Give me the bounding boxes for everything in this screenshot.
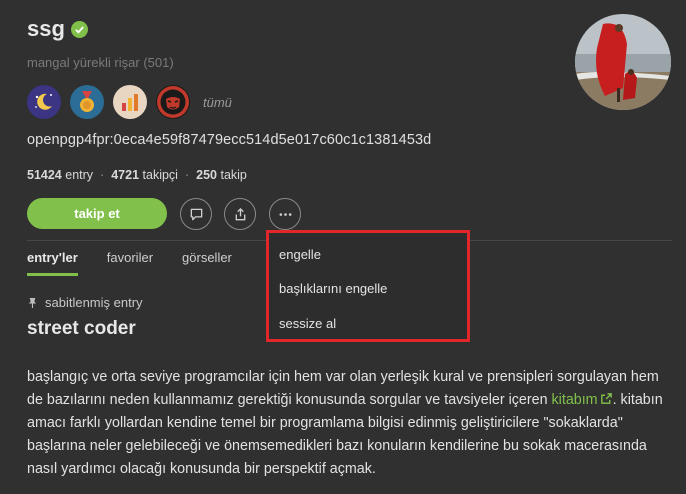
pinned-entry-label: sabitlenmiş entry — [27, 295, 143, 310]
menu-item-mute[interactable]: sessize al — [279, 316, 336, 331]
followers-label: takipçi — [142, 168, 178, 182]
stat-separator: · — [100, 168, 105, 182]
following-label: takip — [220, 168, 247, 182]
pin-icon — [28, 297, 37, 308]
book-link-text: kitabım — [551, 392, 598, 408]
verified-icon — [70, 20, 88, 38]
profile-tabs: entry'ler favoriler görseller — [27, 250, 261, 276]
profile-username-row: ssg — [27, 16, 88, 42]
badges-all-link[interactable]: tümü — [203, 95, 232, 110]
share-icon — [235, 207, 245, 220]
menu-item-block[interactable]: engelle — [279, 247, 321, 262]
external-link-icon — [600, 393, 612, 404]
user-rank: mangal yürekli rişar (501) — [27, 55, 174, 70]
tab-entries[interactable]: entry'ler — [27, 250, 78, 276]
followers-stat[interactable]: 4721 takipçi — [111, 168, 178, 182]
share-button[interactable] — [224, 198, 256, 230]
chart-badge-icon[interactable] — [113, 85, 147, 119]
more-options-menu: engelle başlıklarını engelle sessize al — [266, 230, 470, 342]
followers-count: 4721 — [111, 168, 140, 182]
stat-separator: · — [184, 168, 190, 182]
badges-row: tümü — [27, 85, 232, 119]
profile-stats: 51424 entry · 4721 takipçi · 250 takip — [27, 168, 247, 182]
following-count: 250 — [196, 168, 217, 182]
follow-button[interactable]: takip et — [27, 198, 167, 229]
message-button[interactable] — [180, 198, 212, 230]
pgp-fingerprint: openpgp4fpr:0eca4e59f87479ecc514d5e017c6… — [27, 132, 432, 148]
profile-avatar[interactable] — [575, 14, 671, 110]
message-icon — [190, 208, 202, 220]
ellipsis-icon — [279, 212, 291, 216]
username[interactable]: ssg — [27, 16, 65, 42]
entry-count-stat[interactable]: 51424 entry — [27, 168, 93, 182]
entry-count-label: entry — [65, 168, 94, 182]
more-options-button[interactable] — [269, 198, 301, 230]
tab-favorites[interactable]: favoriler — [107, 250, 153, 276]
pinned-entry-text: sabitlenmiş entry — [45, 295, 143, 310]
book-link[interactable]: kitabım — [552, 392, 613, 408]
menu-item-block-topics[interactable]: başlıklarını engelle — [279, 281, 387, 296]
mask-badge-icon[interactable] — [156, 85, 190, 119]
following-stat[interactable]: 250 takip — [196, 168, 247, 182]
entry-title[interactable]: street coder — [27, 318, 136, 340]
entry-count: 51424 — [27, 168, 62, 182]
night-moon-badge-icon[interactable] — [27, 85, 61, 119]
medal-badge-icon[interactable] — [70, 85, 104, 119]
entry-content: başlangıç ve orta seviye programcılar iç… — [27, 366, 667, 481]
tab-images[interactable]: görseller — [182, 250, 232, 276]
